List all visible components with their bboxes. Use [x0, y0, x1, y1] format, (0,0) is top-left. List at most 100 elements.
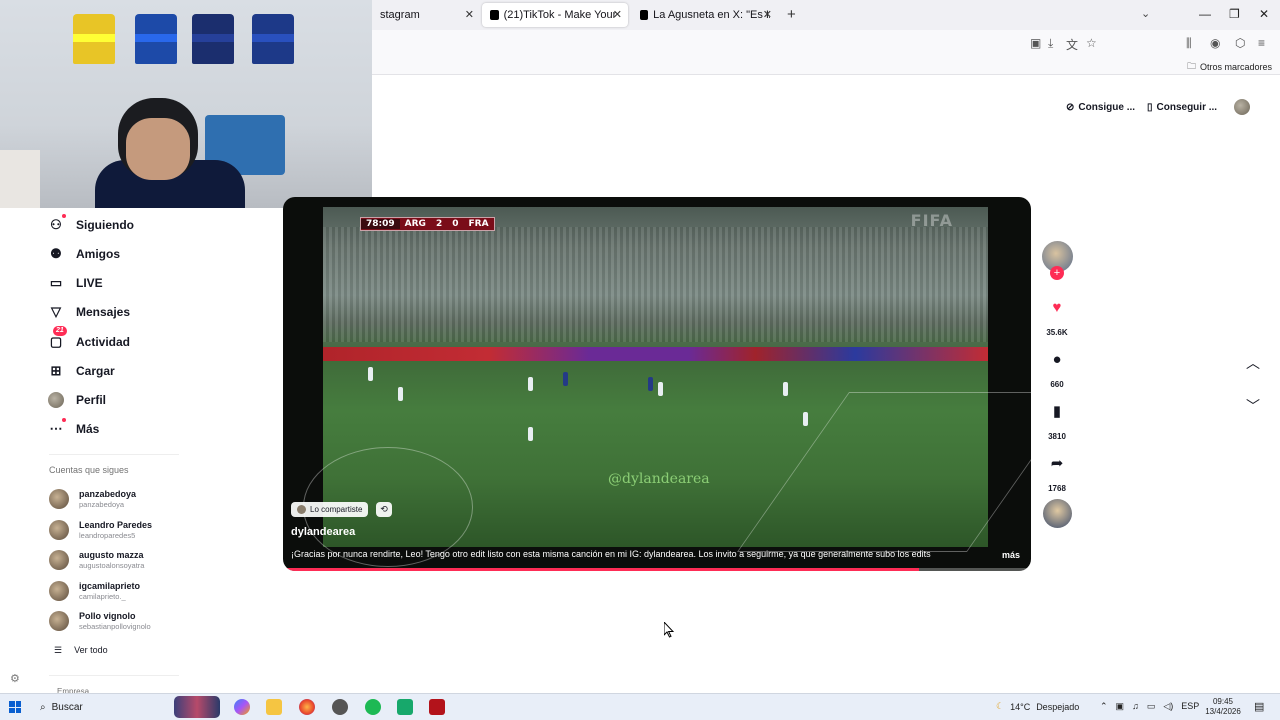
- scoreboard: 78:09 ARG 2 0 FRA: [360, 217, 495, 231]
- comment-count: 660: [1050, 380, 1064, 389]
- sidebar-item-friends[interactable]: ⚉ Amigos: [48, 242, 120, 266]
- music-disc-icon[interactable]: [1043, 499, 1072, 528]
- avatar: [49, 489, 69, 509]
- clock-time: 09:45: [1212, 697, 1234, 706]
- windows-start-icon[interactable]: [9, 701, 21, 713]
- sidebar-item-profile[interactable]: Perfil: [48, 388, 106, 412]
- language-indicator[interactable]: ESP: [1181, 701, 1199, 712]
- close-icon[interactable]: ✕: [613, 8, 622, 21]
- followed-account[interactable]: Pollo vignolo sebastianpollovignolo: [49, 609, 151, 633]
- like-count: 35.6K: [1046, 328, 1068, 337]
- sidebar-item-label: Cargar: [76, 364, 115, 378]
- tab-list-button[interactable]: ⌄: [1141, 7, 1150, 20]
- tray-app-icon[interactable]: ▣: [1116, 701, 1125, 712]
- system-tray: ⌃ ▣ ♫ ▭ ◁) ESP: [1100, 701, 1199, 712]
- close-window-button[interactable]: ✕: [1259, 7, 1269, 21]
- live-icon: ▭: [49, 275, 63, 290]
- player-figure: [783, 382, 788, 396]
- see-all-link[interactable]: ☰ Ver todo: [54, 645, 108, 656]
- account-name: igcamilaprieto: [79, 581, 141, 591]
- spotify-icon[interactable]: [365, 699, 381, 715]
- video-author[interactable]: dylandearea: [291, 526, 355, 538]
- taskbar-search[interactable]: ⌕ Buscar: [40, 699, 83, 715]
- tab-tiktok[interactable]: (21)TikTok - Make Your Day ✕: [482, 3, 628, 27]
- avatar: [49, 581, 69, 601]
- recorder-app-icon[interactable]: [429, 699, 445, 715]
- tab-x[interactable]: La Agusneta en X: "Es IA" / X ✕: [632, 3, 778, 27]
- share-count: 1768: [1048, 484, 1066, 493]
- follow-plus-icon[interactable]: +: [1050, 266, 1064, 280]
- comment-icon[interactable]: ●: [1048, 350, 1066, 368]
- followed-account[interactable]: igcamilaprieto camilaprieto._: [49, 579, 140, 603]
- sidebar-item-more[interactable]: ⋯ Más: [48, 417, 99, 441]
- video-player[interactable]: 78:09 ARG 2 0 FRA FIFA @dylandearea Lo c…: [283, 197, 1031, 571]
- file-explorer-icon[interactable]: [266, 699, 282, 715]
- player-figure: [648, 377, 653, 391]
- minimize-button[interactable]: —: [1199, 7, 1211, 21]
- avatar: [297, 505, 306, 514]
- activity-icon: ▢ 21: [48, 326, 67, 350]
- sidebar-item-following[interactable]: ⚇ Siguiendo: [48, 213, 134, 237]
- advertising-board-image: [323, 347, 988, 361]
- get-app-button[interactable]: ▯ Conseguir ...: [1147, 98, 1217, 116]
- picture-in-picture-icon[interactable]: ▣: [1030, 36, 1041, 50]
- translate-icon[interactable]: 文: [1066, 36, 1078, 53]
- next-video-chevron-down-icon[interactable]: ﹀: [1244, 397, 1262, 415]
- clock[interactable]: 09:45 13/4/2026: [1198, 697, 1248, 717]
- weather-widget[interactable]: ☾ 14°C Despejado: [996, 701, 1079, 712]
- tab-instagram[interactable]: stagram ✕: [372, 3, 480, 27]
- following-accounts-title: Cuentas que sigues: [49, 465, 129, 475]
- menu-icon[interactable]: ≡: [1258, 36, 1265, 50]
- mouse-cursor-icon: [664, 622, 674, 638]
- followed-account[interactable]: panzabedoya panzabedoya: [49, 487, 136, 511]
- library-icon[interactable]: ⫼: [1186, 36, 1192, 51]
- repost-icon[interactable]: ⟲: [376, 502, 392, 517]
- volume-icon[interactable]: ◁): [1163, 701, 1173, 712]
- settings-gear-icon[interactable]: ⚙: [10, 672, 20, 685]
- account-icon[interactable]: ◉: [1210, 36, 1220, 50]
- other-bookmarks-folder[interactable]: 🗀 Otros marcadores: [1187, 59, 1272, 75]
- video-progress-bar[interactable]: [283, 568, 1031, 571]
- whatsapp-icon[interactable]: [397, 699, 413, 715]
- player-figure: [528, 377, 533, 391]
- close-icon[interactable]: ✕: [465, 8, 474, 21]
- followed-account[interactable]: Leandro Paredes leandroparedes5: [49, 518, 152, 542]
- more-caption-link[interactable]: más: [1002, 550, 1020, 560]
- like-heart-icon[interactable]: ♥: [1048, 298, 1066, 316]
- account-name: Pollo vignolo: [79, 611, 136, 621]
- shared-badge[interactable]: Lo compartiste: [291, 502, 369, 517]
- chevron-up-icon[interactable]: ⌃: [1100, 701, 1108, 712]
- bookmark-icon[interactable]: ▮: [1048, 402, 1066, 420]
- sidebar-item-activity[interactable]: ▢ 21 Actividad: [48, 326, 130, 354]
- home-team: ARG: [404, 219, 426, 229]
- firefox-icon[interactable]: [299, 699, 315, 715]
- extensions-icon[interactable]: ⬡: [1235, 36, 1245, 50]
- jersey-image: [192, 14, 234, 64]
- notification-icon[interactable]: ▤: [1254, 700, 1264, 713]
- copilot-icon[interactable]: [234, 699, 250, 715]
- previous-video-chevron-up-icon[interactable]: ︿: [1244, 354, 1262, 372]
- network-icon[interactable]: ▭: [1147, 701, 1156, 712]
- sidebar-item-live[interactable]: ▭ LIVE: [48, 271, 103, 295]
- sidebar-item-label: LIVE: [76, 276, 103, 290]
- get-coins-button[interactable]: ⊘ Consigue ...: [1066, 98, 1135, 116]
- account-name: Leandro Paredes: [79, 520, 153, 530]
- shared-label: Lo compartiste: [310, 505, 363, 514]
- app-icon[interactable]: [332, 699, 348, 715]
- microphone-icon[interactable]: ♫: [1132, 701, 1139, 712]
- restore-button[interactable]: ❐: [1229, 7, 1240, 21]
- sidebar-item-upload[interactable]: ⊞ Cargar: [48, 359, 115, 383]
- sidebar-item-messages[interactable]: ▽ Mensajes: [48, 300, 130, 324]
- share-arrow-icon[interactable]: ➦: [1048, 454, 1066, 472]
- webcam-overlay: [0, 0, 372, 208]
- close-icon[interactable]: ✕: [763, 8, 772, 21]
- bookmark-star-icon[interactable]: ☆: [1086, 36, 1097, 50]
- jersey-image: [73, 14, 115, 64]
- account-name: augusto mazza: [79, 550, 144, 560]
- followed-account[interactable]: augusto mazza augustoalonsoyatra: [49, 548, 144, 572]
- tab-title: (21)TikTok - Make Your Day: [503, 9, 620, 21]
- activity-badge: 21: [53, 326, 67, 336]
- new-tab-button[interactable]: +: [787, 6, 796, 23]
- download-icon[interactable]: ⤓: [1048, 36, 1053, 51]
- profile-avatar[interactable]: [1234, 99, 1250, 115]
